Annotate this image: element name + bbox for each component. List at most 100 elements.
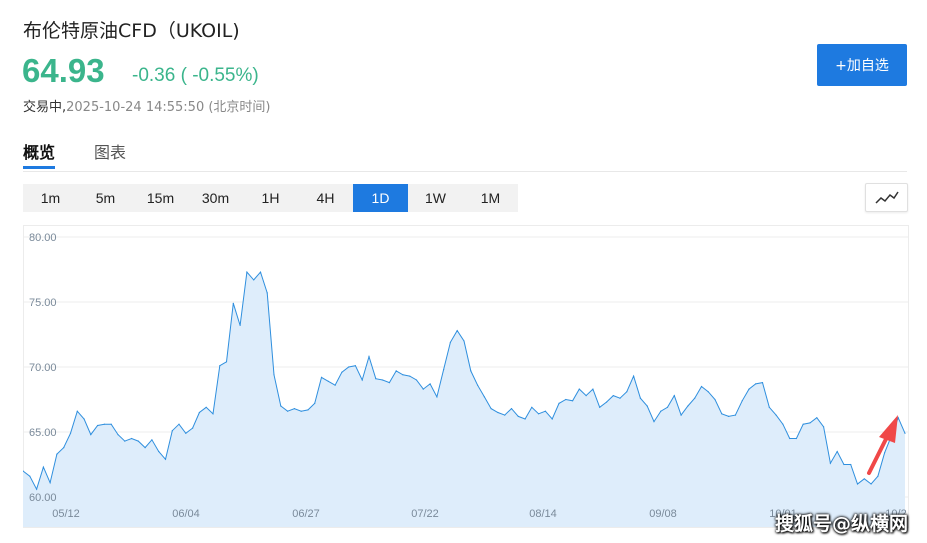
data-point [232, 302, 234, 304]
data-point [151, 439, 153, 441]
data-point [666, 406, 669, 408]
data-point [327, 380, 329, 382]
data-point [863, 478, 865, 480]
data-point [585, 395, 587, 397]
data-point [687, 405, 689, 407]
data-point [225, 361, 228, 363]
data-point [361, 379, 363, 381]
data-point [348, 366, 350, 368]
x-tick-label: 06/04 [172, 508, 200, 520]
data-point [558, 402, 560, 404]
data-point [198, 411, 200, 414]
data-point [816, 417, 818, 419]
period-15m[interactable]: 15m [133, 184, 188, 212]
data-point [639, 397, 642, 399]
data-point [375, 378, 377, 380]
data-point [477, 384, 479, 386]
chart-type-button[interactable] [865, 183, 908, 212]
data-point [728, 415, 730, 417]
data-point [185, 432, 187, 434]
data-point [212, 413, 214, 415]
instrument-title: 布伦特原油CFD（UKOIL) [23, 20, 240, 42]
data-point [768, 406, 770, 408]
period-1w[interactable]: 1W [408, 184, 463, 212]
data-point [510, 408, 513, 410]
tab-overview[interactable]: 概览 [23, 139, 55, 163]
data-point [524, 418, 526, 420]
data-point [402, 374, 404, 376]
price-change: -0.36 ( -0.55%) [132, 65, 259, 86]
data-point [856, 483, 859, 485]
period-1mo[interactable]: 1M [463, 184, 518, 212]
data-point [449, 341, 451, 343]
data-point [63, 447, 65, 449]
data-point [850, 463, 852, 466]
data-point [117, 434, 119, 436]
data-point [69, 432, 72, 434]
data-point [253, 279, 255, 281]
data-point [49, 482, 51, 484]
data-point [843, 463, 845, 466]
data-point [388, 382, 390, 384]
active-tab-indicator [23, 166, 55, 169]
data-point [164, 458, 167, 460]
data-point [544, 410, 547, 412]
data-point [633, 375, 635, 377]
data-point [490, 408, 492, 410]
data-point [755, 383, 757, 385]
data-point [463, 340, 465, 342]
data-point [56, 453, 58, 455]
period-1h[interactable]: 1H [243, 184, 298, 212]
add-to-watchlist-button[interactable]: +加自选 [817, 44, 907, 86]
last-price: 64.93 [22, 52, 105, 89]
data-point [531, 406, 533, 408]
y-tick-label: 75.00 [29, 297, 57, 309]
y-tick-label: 65.00 [29, 427, 57, 439]
data-point [592, 388, 594, 390]
data-point [823, 426, 825, 428]
data-point [578, 388, 580, 390]
data-point [802, 423, 804, 425]
data-point [870, 483, 872, 485]
timestamp: 2025-10-24 14:55:50 (北京时间) [66, 100, 271, 115]
data-point [422, 388, 424, 390]
data-point [293, 408, 295, 410]
data-point [572, 400, 574, 402]
data-point [605, 401, 608, 403]
period-4h[interactable]: 4H [298, 184, 353, 212]
data-point [83, 418, 85, 420]
divider [23, 171, 907, 172]
data-point [504, 414, 506, 416]
data-point [809, 422, 811, 424]
data-point [429, 383, 431, 385]
data-point [144, 447, 146, 449]
data-point [415, 379, 418, 381]
x-tick-label: 06/27 [292, 508, 320, 520]
data-point [734, 414, 737, 416]
data-point [29, 475, 31, 477]
period-30m[interactable]: 30m [188, 184, 243, 212]
x-tick-label: 07/22 [411, 508, 439, 520]
data-point [795, 437, 798, 440]
tab-chart[interactable]: 图表 [94, 139, 126, 163]
data-point [714, 398, 716, 401]
data-point [700, 385, 703, 388]
period-1d[interactable]: 1D [353, 184, 408, 212]
data-point [599, 406, 601, 408]
data-point [266, 292, 268, 294]
data-point [192, 427, 194, 429]
data-point [436, 396, 438, 398]
data-point [354, 365, 356, 367]
data-point [626, 391, 628, 393]
data-point [619, 397, 621, 399]
data-point [171, 430, 173, 432]
period-1m[interactable]: 1m [23, 184, 78, 212]
data-point [239, 324, 241, 326]
price-chart[interactable]: 60.00 65.00 70.00 75.00 80.00 05/12 06/04 06/2… [23, 225, 909, 528]
period-5m[interactable]: 5m [78, 184, 133, 212]
x-tick-label: 09/08 [649, 508, 677, 520]
data-point [456, 330, 458, 332]
data-point [334, 384, 336, 386]
data-point [721, 413, 723, 415]
data-point [660, 410, 662, 412]
